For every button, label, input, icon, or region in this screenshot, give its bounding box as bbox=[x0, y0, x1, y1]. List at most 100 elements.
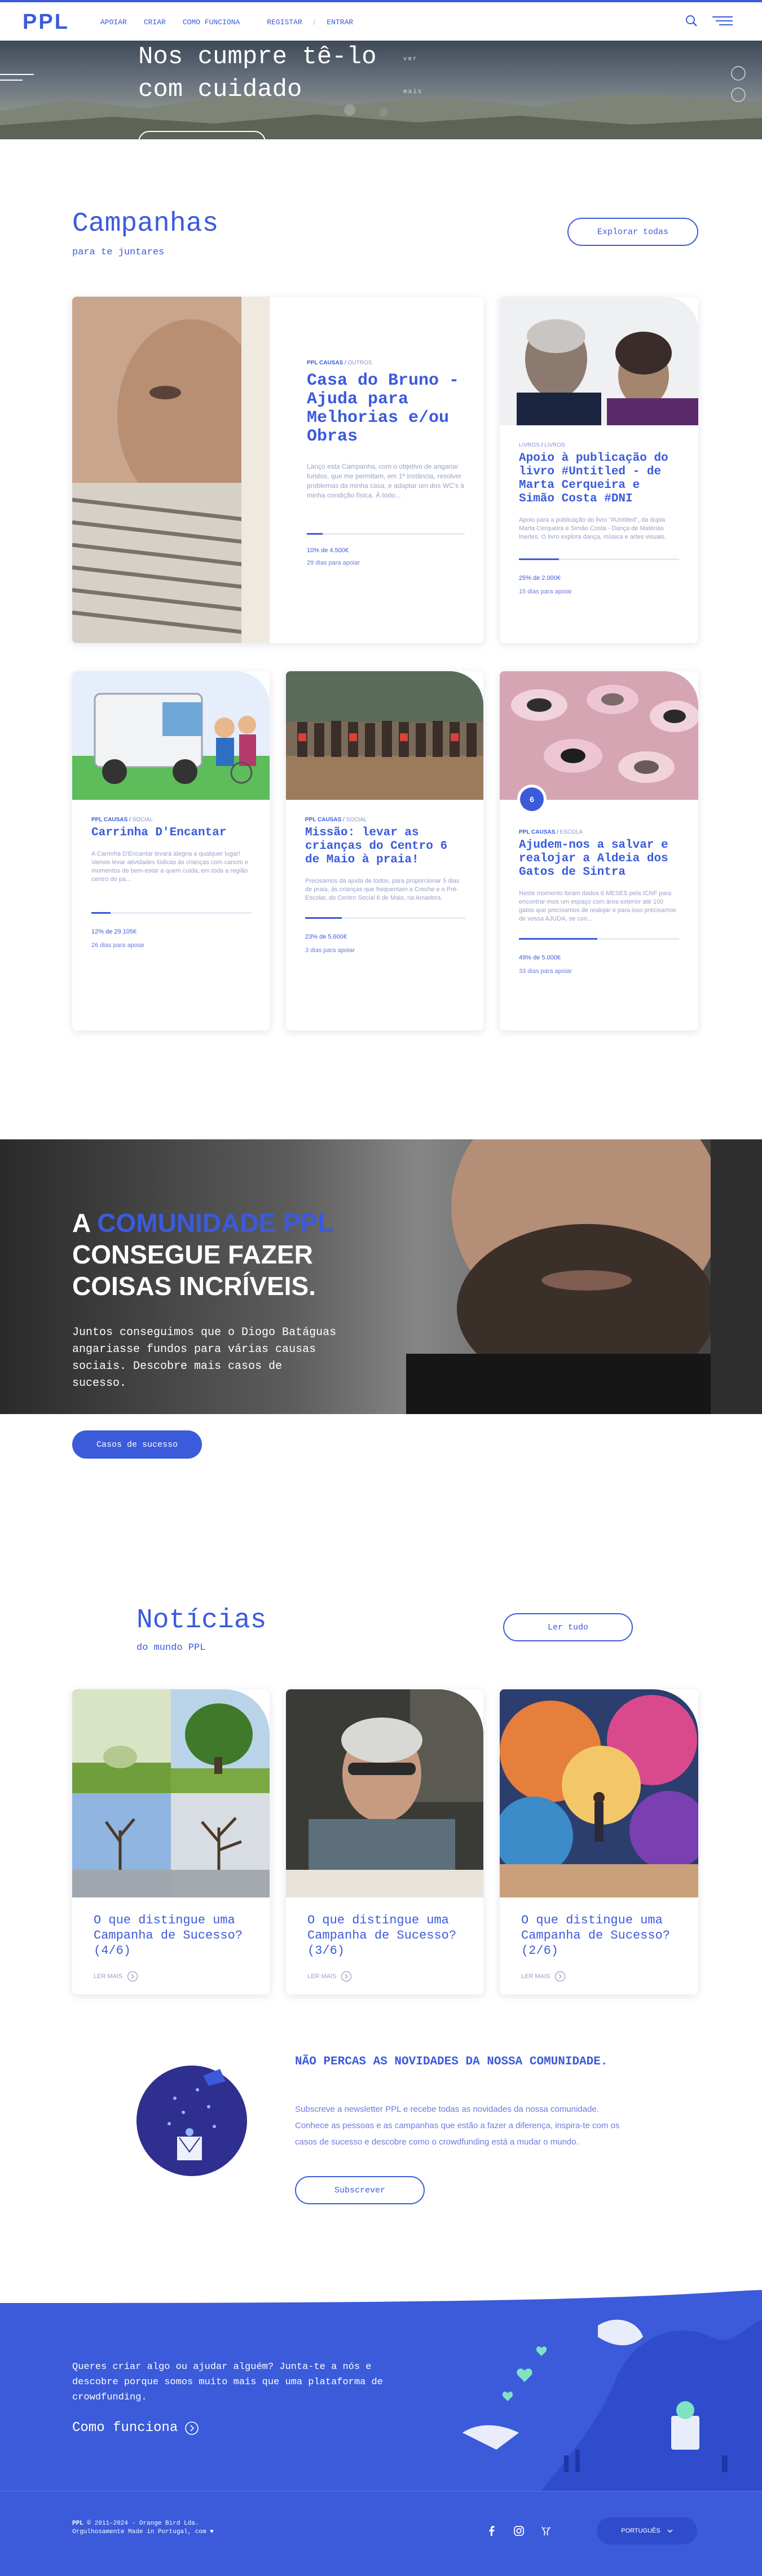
footer-cta: Queres criar algo ou ajudar alguém? Junt… bbox=[0, 2303, 762, 2491]
campaign-title[interactable]: Apoio à publicação do livro #Untitled - … bbox=[519, 452, 679, 506]
copyright: PPL © 2011–2024 - Orange Bird Lda. Orgul… bbox=[72, 2520, 214, 2535]
nav-link-criar[interactable]: CRIAR bbox=[144, 18, 166, 27]
hero-title-line-2: com cuidado bbox=[138, 76, 302, 104]
campaign-card[interactable]: LIVROS / LIVROS Apoio à publicação do li… bbox=[500, 297, 698, 643]
how-it-works-link[interactable]: Como funciona bbox=[72, 2420, 199, 2436]
nav-link-apoiar[interactable]: APOIAR bbox=[100, 18, 127, 27]
campaigns-subtitle: para te juntares bbox=[72, 247, 165, 258]
campaign-title[interactable]: Carrinha D'Encantar bbox=[91, 826, 252, 840]
news-item-title[interactable]: O que distingue uma Campanha de Sucesso?… bbox=[307, 1913, 465, 1958]
header-icons bbox=[685, 15, 733, 30]
main-nav: APOIAR CRIAR COMO FUNCIONA REGISTAR / EN… bbox=[100, 18, 353, 27]
news-body: O que distingue uma Campanha de Sucesso?… bbox=[521, 1913, 679, 1982]
newsletter-illustration bbox=[136, 2066, 247, 2176]
hero-title: Nos cumpre tê-lo com cuidado ver mais bbox=[138, 41, 421, 106]
campaign-card[interactable]: PPL CAUSAS / OUTROS Casa do Bruno - Ajud… bbox=[72, 297, 483, 643]
community-person-image bbox=[406, 1139, 762, 1414]
news-item-title[interactable]: O que distingue uma Campanha de Sucesso?… bbox=[94, 1913, 252, 1958]
untappd-icon[interactable] bbox=[540, 2525, 552, 2539]
campaign-card[interactable]: PPL CAUSAS / SOCIAL Missão: levar as cri… bbox=[286, 671, 483, 1031]
campaign-progress-bar bbox=[307, 533, 465, 535]
nav-link-registar[interactable]: REGISTAR bbox=[267, 18, 302, 27]
campaign-body: PPL CAUSAS / SOCIAL Missão: levar as cri… bbox=[305, 817, 465, 954]
campaign-tag: LIVROS / LIVROS bbox=[519, 442, 565, 448]
campaign-funded: 10% de 4.500€ bbox=[307, 547, 349, 554]
campaign-title[interactable]: Ajudem-nos a salvar e realojar a Aldeia … bbox=[519, 839, 679, 879]
hero-slider-controls[interactable] bbox=[727, 65, 750, 105]
arrow-circle-icon bbox=[341, 1971, 352, 1982]
news-item-title[interactable]: O que distingue uma Campanha de Sucesso?… bbox=[521, 1913, 679, 1958]
newsletter-title: NÃO PERCAS AS NOVIDADES DA NOSSA COMUNID… bbox=[295, 2055, 608, 2068]
news-image bbox=[286, 1689, 483, 1897]
community-heading-accent: COMUNIDADE PPL bbox=[97, 1208, 334, 1238]
hero-decoration-lines bbox=[0, 74, 34, 81]
campaign-image bbox=[72, 671, 270, 800]
nav-separator: / bbox=[313, 18, 316, 27]
nav-link-como-funciona[interactable]: COMO FUNCIONA bbox=[183, 18, 240, 27]
campaign-funded: 12% de 29.105€ bbox=[91, 928, 137, 935]
read-more-link[interactable]: LER MAIS bbox=[521, 1971, 679, 1982]
menu-icon[interactable] bbox=[710, 15, 733, 30]
campaign-image bbox=[500, 671, 698, 800]
campaign-funded: 23% de 5.600€ bbox=[305, 933, 347, 940]
campaign-tag: PPL CAUSAS / SOCIAL bbox=[305, 817, 367, 823]
campaign-funded: 25% de 2.000€ bbox=[519, 575, 561, 582]
arrow-circle-icon bbox=[185, 2421, 199, 2435]
community-banner: A COMUNIDADE PPL CONSEGUE FAZER COISAS I… bbox=[0, 1139, 762, 1414]
facebook-icon[interactable] bbox=[486, 2525, 497, 2539]
footer-question: Queres criar algo ou ajudar alguém? Junt… bbox=[72, 2362, 383, 2403]
success-cases-button[interactable]: Casos de sucesso bbox=[72, 1430, 202, 1459]
campaign-description: A Carrinha D'Encantar levará alegria a q… bbox=[91, 851, 248, 883]
campaign-body: LIVROS / LIVROS Apoio à publicação do li… bbox=[519, 442, 679, 595]
campaign-image bbox=[72, 297, 270, 643]
news-body: O que distingue uma Campanha de Sucesso?… bbox=[307, 1913, 465, 1982]
campaign-title[interactable]: Casa do Bruno - Ajuda para Melhorias e/o… bbox=[307, 372, 465, 446]
campaign-tag: PPL CAUSAS / SOCIAL bbox=[91, 817, 153, 823]
read-more-link[interactable]: LER MAIS bbox=[307, 1971, 465, 1982]
campaign-days-left: 26 dias para apoiar bbox=[91, 942, 145, 949]
news-image bbox=[500, 1689, 698, 1897]
language-selector[interactable]: PORTUGUÊS bbox=[597, 2517, 697, 2544]
heart-icon: ♥ bbox=[210, 2529, 214, 2535]
campaign-description: Lanço esta Campanha, com o objetivo de a… bbox=[307, 463, 465, 499]
news-card[interactable]: O que distingue uma Campanha de Sucesso?… bbox=[286, 1689, 483, 1994]
campaign-days-left: 33 dias para apoiar bbox=[519, 968, 572, 975]
news-card[interactable]: O que distingue uma Campanha de Sucesso?… bbox=[72, 1689, 270, 1994]
newsletter-text: Subscreve a newsletter PPL e recebe toda… bbox=[295, 2104, 620, 2147]
hero-small-text: ver mais bbox=[403, 56, 423, 95]
campaign-description: Neste momento foram dados 6 MESES pela I… bbox=[519, 890, 676, 922]
campaign-funded: 49% de 5.000€ bbox=[519, 954, 561, 961]
news-body: O que distingue uma Campanha de Sucesso?… bbox=[94, 1913, 252, 1982]
campaign-description: Precisamos da ajuda de todos, para propo… bbox=[305, 878, 460, 901]
search-icon[interactable] bbox=[685, 15, 698, 30]
hero-landscape-image bbox=[0, 93, 762, 139]
hero-title-line-1: Nos cumpre tê-lo bbox=[138, 43, 377, 71]
explore-all-button[interactable]: Explorar todas bbox=[567, 218, 698, 246]
top-navigation-bar: PPL APOIAR CRIAR COMO FUNCIONA REGISTAR … bbox=[0, 0, 762, 41]
campaign-tag: PPL CAUSAS / OUTROS bbox=[307, 360, 372, 366]
ppl-logo[interactable]: PPL bbox=[23, 10, 69, 34]
campaign-progress-bar bbox=[519, 938, 679, 940]
chevron-down-icon bbox=[667, 2529, 673, 2533]
campaign-card[interactable]: 6 PPL CAUSAS / ESCOLA Ajudem-nos a salva… bbox=[500, 671, 698, 1031]
arrow-circle-icon bbox=[127, 1971, 138, 1982]
campaign-description: Apoio para a publicação do livro "#Untit… bbox=[519, 517, 667, 540]
hero-banner: Nos cumpre tê-lo com cuidado ver mais bbox=[0, 41, 762, 139]
social-links bbox=[486, 2525, 552, 2539]
campaign-progress-bar bbox=[305, 917, 465, 919]
campaign-days-left: 15 dias para apoiar bbox=[519, 588, 572, 595]
campaigns-title: Campanhas bbox=[72, 209, 219, 239]
hero-cta-button[interactable] bbox=[138, 131, 266, 139]
instagram-icon[interactable] bbox=[513, 2525, 525, 2539]
campaign-title[interactable]: Missão: levar as crianças do Centro 6 de… bbox=[305, 826, 465, 867]
subscribe-button[interactable]: Subscrever bbox=[295, 2176, 425, 2204]
nav-link-entrar[interactable]: ENTRAR bbox=[327, 18, 353, 27]
campaign-days-left: 3 dias para apoiar bbox=[305, 947, 355, 954]
read-all-button[interactable]: Ler tudo bbox=[503, 1613, 633, 1641]
news-card[interactable]: O que distingue uma Campanha de Sucesso?… bbox=[500, 1689, 698, 1994]
campaign-image bbox=[500, 297, 698, 425]
campaign-badge: 6 bbox=[520, 787, 544, 811]
campaign-card[interactable]: PPL CAUSAS / SOCIAL Carrinha D'Encantar … bbox=[72, 671, 270, 1031]
read-more-link[interactable]: LER MAIS bbox=[94, 1971, 252, 1982]
footer-bottom: PPL © 2011–2024 - Orange Bird Lda. Orgul… bbox=[0, 2491, 762, 2576]
